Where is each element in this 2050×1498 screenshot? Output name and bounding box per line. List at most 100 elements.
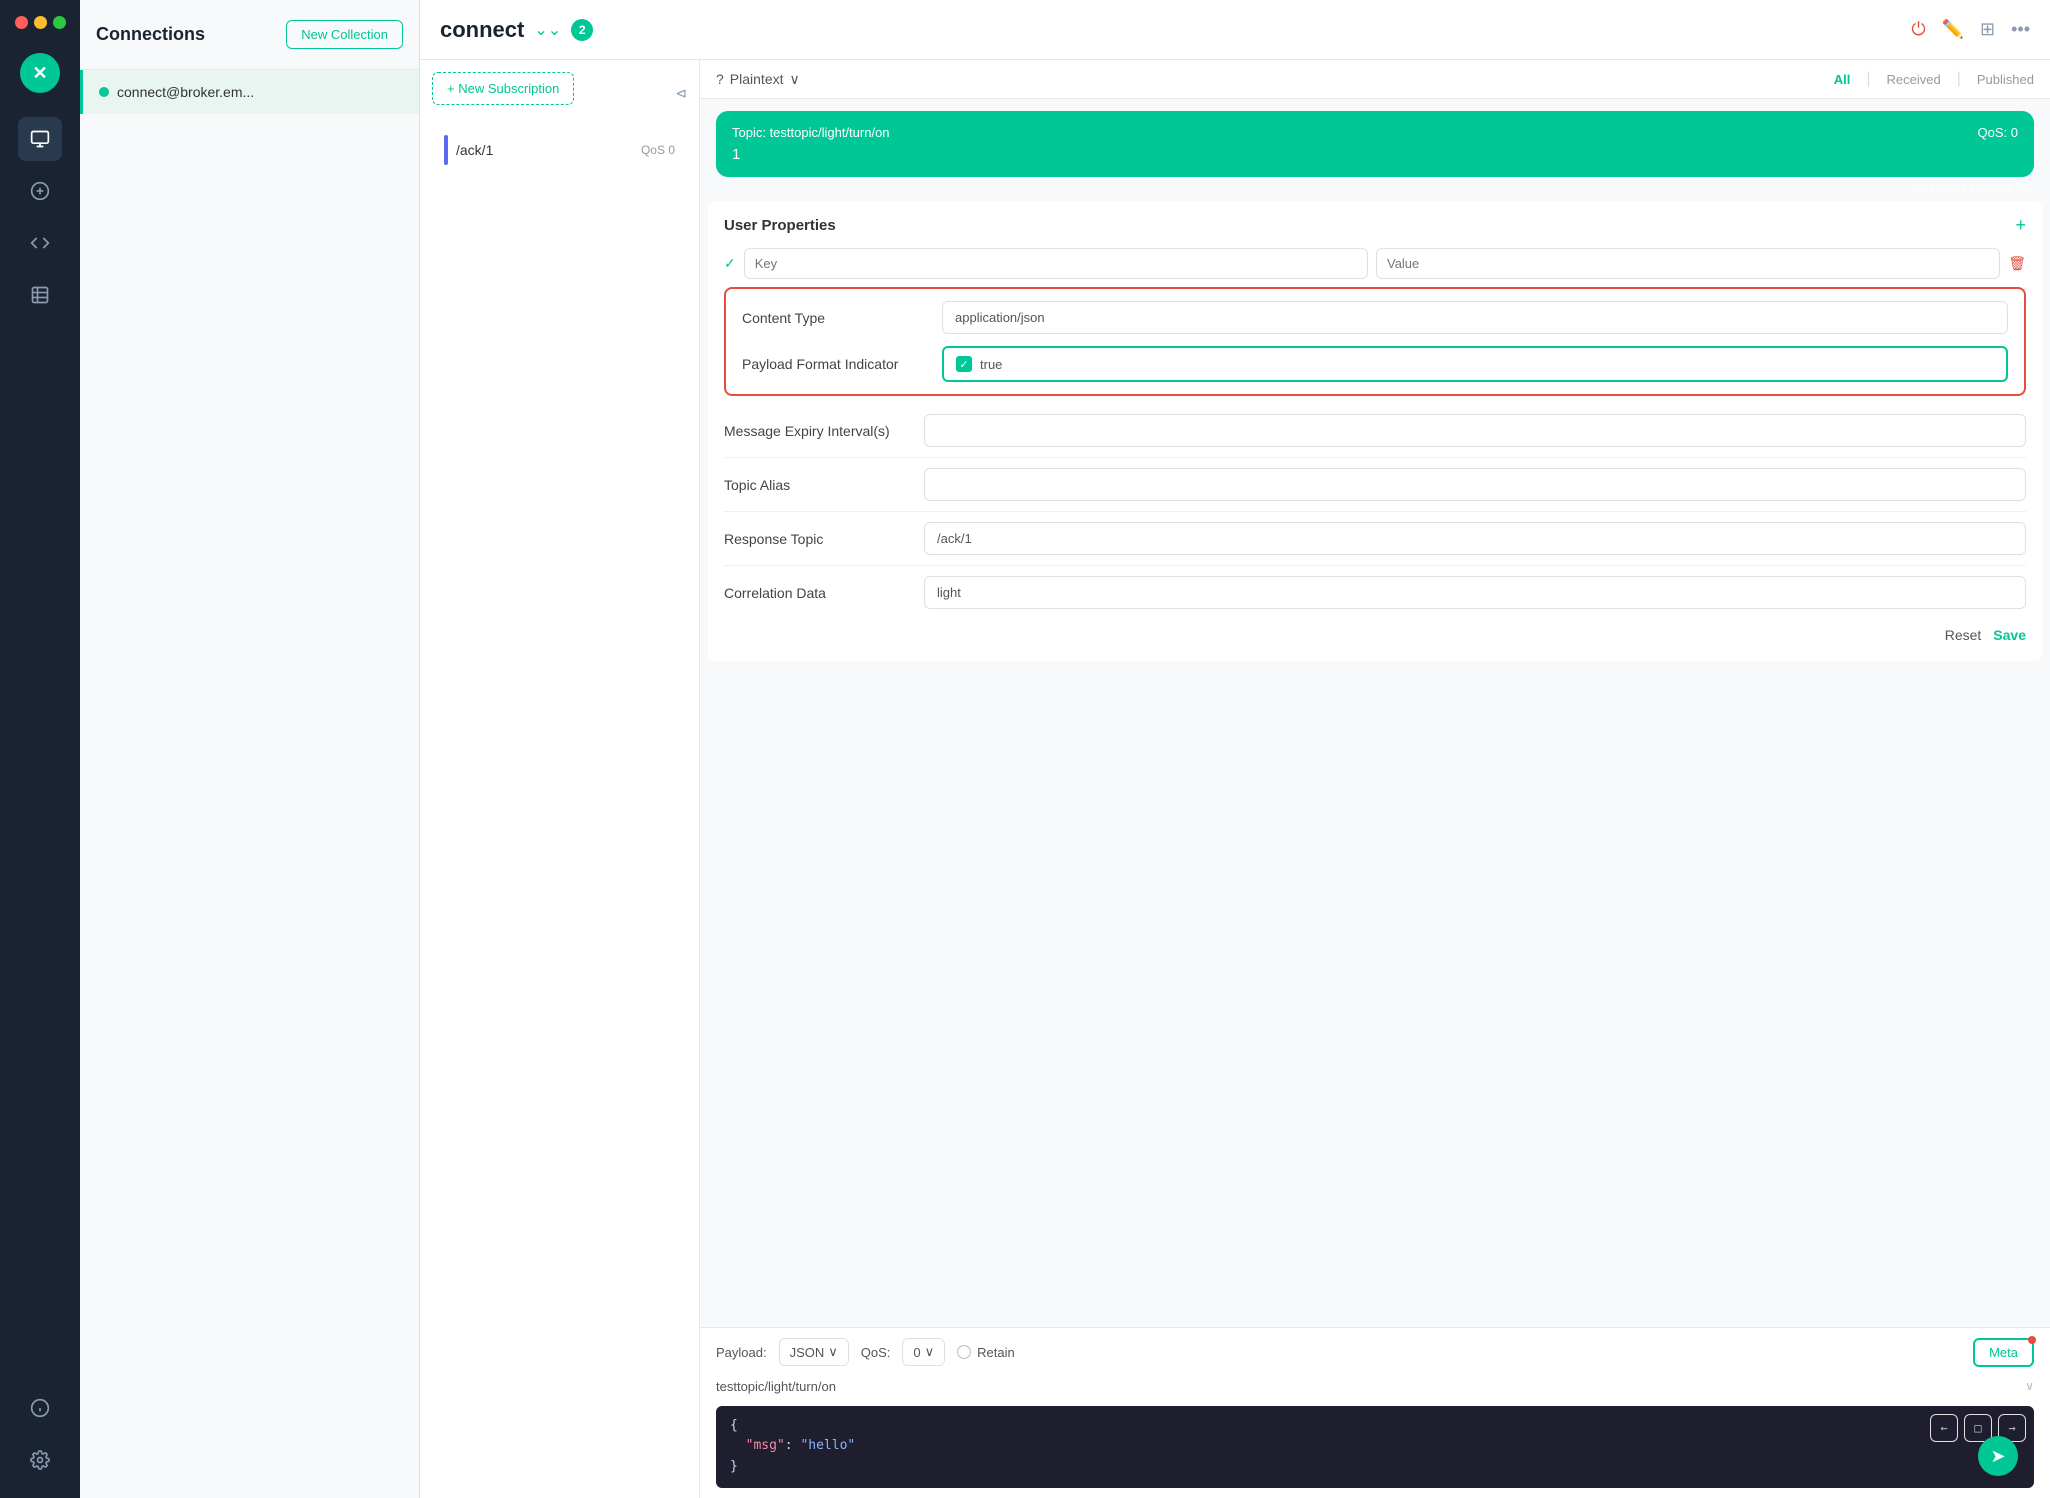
message-timestamp: 2021-12-14 15:03:46.442 <box>700 181 2050 201</box>
message-topic: Topic: testtopic/light/turn/on <box>732 125 890 140</box>
editor-line-3: } <box>730 1457 2020 1478</box>
subscription-item[interactable]: /ack/1 QoS 0 <box>432 125 687 175</box>
content-type-row: Content Type application/json <box>742 301 2008 334</box>
format-label: Plaintext <box>730 71 784 87</box>
payload-format-checkbox[interactable]: ✓ <box>956 356 972 372</box>
topic-input[interactable]: testtopic/light/turn/on <box>716 1379 836 1394</box>
properties-area: User Properties + ✓ 🗑 Content Type appl <box>708 201 2042 661</box>
payload-format-input[interactable]: ✓ true <box>942 346 2008 382</box>
property-delete-icon[interactable]: 🗑 <box>2008 255 2026 272</box>
user-props-title: User Properties <box>724 217 836 234</box>
code-editor[interactable]: { "msg": "hello" } ← □ → <box>716 1406 2034 1488</box>
qos-label: QoS: <box>861 1345 891 1360</box>
app-logo: ✕ <box>20 53 60 93</box>
correlation-data-row: Correlation Data <box>724 566 2026 619</box>
meta-button[interactable]: Meta <box>1973 1338 2034 1367</box>
sidebar-icon-info[interactable] <box>18 1386 62 1430</box>
sidebar-icon-add[interactable] <box>18 169 62 213</box>
filter-published-tab[interactable]: Published <box>1977 72 2034 87</box>
top-bar-left: connect ⌄⌄ 2 <box>440 17 593 43</box>
topic-alias-input[interactable] <box>924 468 2026 501</box>
top-bar: connect ⌄⌄ 2 ⏻ ✏️ ⊞ ••• <box>420 0 2050 60</box>
add-window-icon[interactable]: ⊞ <box>1980 19 1995 40</box>
sub-item-color-bar <box>444 135 448 165</box>
user-props-header: User Properties + <box>724 215 2026 236</box>
correlation-data-label: Correlation Data <box>724 585 924 601</box>
save-button[interactable]: Save <box>1993 627 2026 643</box>
content-type-value[interactable]: application/json <box>942 301 2008 334</box>
prev-icon[interactable]: ← <box>1930 1414 1958 1442</box>
badge-count: 2 <box>571 19 593 41</box>
send-button[interactable]: ➤ <box>1978 1436 2018 1476</box>
qos-value-label: 0 <box>913 1345 920 1360</box>
sidebar: ✕ <box>0 0 80 1498</box>
response-topic-row: Response Topic <box>724 512 2026 566</box>
minimize-button[interactable] <box>34 16 47 29</box>
property-key-input[interactable] <box>744 248 1368 279</box>
message-bubble: Topic: testtopic/light/turn/on QoS: 0 1 <box>716 111 2034 177</box>
new-collection-button[interactable]: New Collection <box>286 20 403 49</box>
compose-toolbar: Payload: JSON ∨ QoS: 0 ∨ Retain <box>716 1338 2034 1367</box>
other-fields: Message Expiry Interval(s) Topic Alias R… <box>724 404 2026 619</box>
actions-row: Reset Save <box>724 619 2026 647</box>
more-icon[interactable]: ••• <box>2011 19 2030 40</box>
subscriptions-panel: + New Subscription ⊲ /ack/1 QoS 0 <box>420 60 700 1498</box>
main-area: connect ⌄⌄ 2 ⏻ ✏️ ⊞ ••• + New Subscripti… <box>420 0 2050 1498</box>
traffic-lights <box>15 16 66 29</box>
add-property-icon[interactable]: + <box>2015 215 2026 236</box>
sidebar-icon-code[interactable] <box>18 221 62 265</box>
user-property-row: ✓ 🗑 <box>724 248 2026 279</box>
meta-dot <box>2028 1336 2036 1344</box>
retain-label: Retain <box>977 1345 1015 1360</box>
messages-panel: ? Plaintext ∨ All | Received | Published… <box>700 60 2050 1498</box>
message-expiry-row: Message Expiry Interval(s) <box>724 404 2026 458</box>
collapse-icon[interactable]: ⊲ <box>675 85 687 102</box>
filter-all-tab[interactable]: All <box>1834 72 1851 87</box>
payload-format-chevron-icon: ∨ <box>828 1344 838 1360</box>
editor-line-2: "msg": "hello" <box>730 1436 2020 1457</box>
response-topic-input[interactable] <box>924 522 2026 555</box>
message-expiry-label: Message Expiry Interval(s) <box>724 423 924 439</box>
sidebar-icon-connections[interactable] <box>18 117 62 161</box>
filter-tabs: All | Received | Published <box>1834 70 2034 88</box>
format-selector[interactable]: ? Plaintext ∨ <box>716 71 800 88</box>
payload-format-row: Payload Format Indicator ✓ true <box>742 346 2008 382</box>
sidebar-icon-table[interactable] <box>18 273 62 317</box>
connection-item[interactable]: connect@broker.em... <box>80 70 419 114</box>
message-topic-line: Topic: testtopic/light/turn/on QoS: 0 <box>732 125 2018 140</box>
compose-area: Payload: JSON ∨ QoS: 0 ∨ Retain <box>700 1327 2050 1498</box>
edit-icon[interactable]: ✏️ <box>1942 19 1964 40</box>
connections-title: Connections <box>96 24 205 45</box>
payload-format-selector[interactable]: JSON ∨ <box>779 1338 849 1366</box>
filter-received-tab[interactable]: Received <box>1887 72 1941 87</box>
payload-format-label: Payload Format Indicator <box>742 356 942 372</box>
highlighted-properties-section: Content Type application/json Payload Fo… <box>724 287 2026 396</box>
new-subscription-button[interactable]: + New Subscription <box>432 72 574 105</box>
qos-chevron-icon: ∨ <box>925 1344 935 1360</box>
page-title: connect <box>440 17 524 43</box>
topic-row: testtopic/light/turn/on ∨ <box>716 1375 2034 1398</box>
correlation-data-input[interactable] <box>924 576 2026 609</box>
close-button[interactable] <box>15 16 28 29</box>
retain-radio[interactable] <box>957 1345 971 1359</box>
format-chevron-icon: ∨ <box>790 71 800 88</box>
retain-option: Retain <box>957 1345 1015 1360</box>
maximize-button[interactable] <box>53 16 66 29</box>
topic-chevron-icon: ∨ <box>2025 1379 2034 1393</box>
payload-format-value-label: JSON <box>790 1345 825 1360</box>
sidebar-icon-settings[interactable] <box>18 1438 62 1482</box>
message-qos: QoS: 0 <box>1978 125 2018 140</box>
payload-format-value: true <box>980 357 1002 372</box>
property-check-icon: ✓ <box>724 255 736 272</box>
chevron-down-icon[interactable]: ⌄⌄ <box>534 20 561 40</box>
payload-label: Payload: <box>716 1345 767 1360</box>
left-panel-header: Connections New Collection <box>80 0 419 70</box>
power-icon[interactable]: ⏻ <box>1911 19 1925 40</box>
content-area: + New Subscription ⊲ /ack/1 QoS 0 ? Plai… <box>420 60 2050 1498</box>
message-expiry-input[interactable] <box>924 414 2026 447</box>
topic-alias-label: Topic Alias <box>724 477 924 493</box>
reset-button[interactable]: Reset <box>1945 627 1982 643</box>
sub-item-name: /ack/1 <box>456 142 633 158</box>
qos-selector[interactable]: 0 ∨ <box>902 1338 945 1366</box>
property-value-input[interactable] <box>1376 248 2000 279</box>
